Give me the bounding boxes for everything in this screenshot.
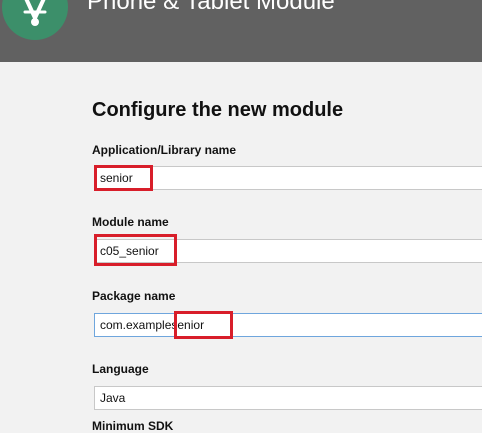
wizard-title: Phone & Tablet Module (87, 0, 335, 15)
app-name-highlight (94, 165, 153, 191)
android-studio-icon (2, 0, 68, 40)
language-select[interactable]: Java (94, 386, 482, 410)
package-name-prefix: com.example (100, 318, 172, 332)
page-heading: Configure the new module (92, 99, 344, 121)
language-label: Language (92, 362, 149, 376)
module-name-label: Module name (92, 215, 169, 229)
language-value: Java (100, 391, 126, 405)
package-name-label: Package name (92, 289, 176, 303)
package-name-highlight (174, 311, 233, 339)
min-sdk-label: Minimum SDK (92, 419, 174, 433)
wizard-header: Phone & Tablet Module (0, 0, 482, 62)
module-name-highlight (94, 234, 177, 266)
app-name-label: Application/Library name (92, 143, 237, 157)
package-name-field[interactable]: com.examplesenior (94, 313, 482, 337)
